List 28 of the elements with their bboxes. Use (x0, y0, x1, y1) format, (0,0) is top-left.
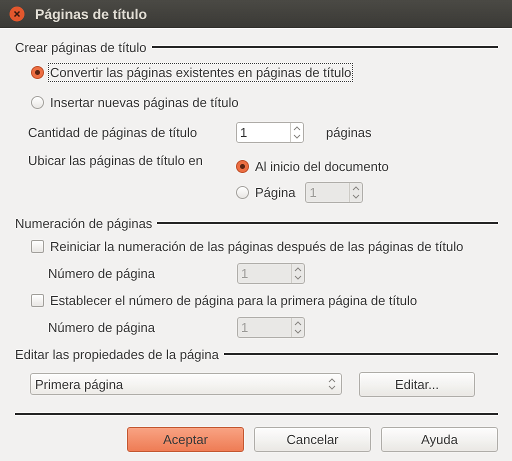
section-heading: Numeración de páginas (15, 216, 152, 230)
radio-button[interactable] (31, 96, 44, 108)
section-heading: Crear páginas de título (15, 40, 147, 54)
dialog-button[interactable]: Aceptar (127, 427, 244, 452)
checkbox-label[interactable]: Establecer el número de página para la primera página de título (50, 293, 418, 308)
radio-label[interactable]: Convertir las páginas existentes en páginas de título (50, 64, 352, 80)
field-label: Número de página (48, 320, 156, 335)
checkbox[interactable] (31, 240, 44, 253)
field-label: Ubicar las páginas de título en (28, 153, 204, 168)
section-heading: Editar las propiedades de la página (15, 346, 219, 362)
radio-button[interactable] (236, 160, 249, 172)
spin-arrows-icon[interactable] (290, 122, 303, 142)
number-field[interactable]: 1 (236, 122, 304, 142)
close-icon[interactable] (9, 6, 25, 22)
checkbox-label[interactable]: Reiniciar la numeración de las páginas después de las páginas de título (50, 239, 464, 254)
window-title: Páginas de título (35, 6, 148, 22)
field-label: Número de página (48, 266, 156, 281)
page-dropdown[interactable]: Primera página (30, 373, 342, 395)
radio-label[interactable]: Insertar nuevas páginas de título (50, 94, 239, 110)
radio-button[interactable] (31, 66, 44, 78)
unit-label: páginas (326, 124, 372, 140)
dropdown-arrows-icon (327, 377, 337, 391)
radio-label[interactable]: Al inicio del documento (255, 158, 389, 174)
field-label: Cantidad de páginas de título (28, 124, 198, 140)
dialog-button[interactable]: Ayuda (381, 427, 498, 452)
dialog-button[interactable]: Cancelar (254, 427, 371, 452)
edit-button[interactable]: Editar... (359, 372, 475, 396)
checkbox[interactable] (31, 294, 44, 307)
